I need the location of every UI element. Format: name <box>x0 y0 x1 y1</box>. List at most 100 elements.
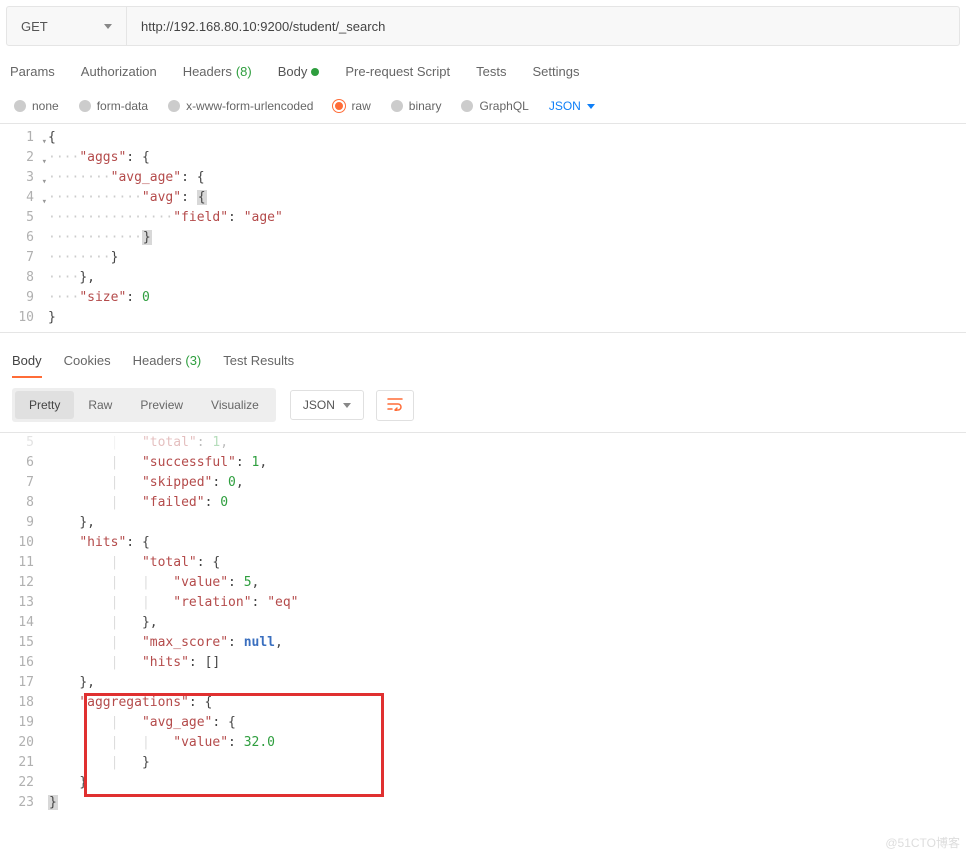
line-number: 13 <box>0 593 48 613</box>
code-line[interactable]: 3▾········"avg_age": { <box>0 168 966 188</box>
tab-headers-label: Headers <box>183 64 232 79</box>
code-content: | }, <box>48 613 158 633</box>
code-line[interactable]: 10} <box>0 308 966 328</box>
radio-icon <box>333 100 345 112</box>
line-number: 20 <box>0 733 48 753</box>
code-content: ············"avg": { <box>48 188 207 208</box>
url-bar: GET <box>6 6 960 46</box>
code-line[interactable]: 12 | | "value": 5, <box>0 573 966 593</box>
line-number: 5 <box>0 433 48 453</box>
view-visualize[interactable]: Visualize <box>197 391 273 419</box>
radio-icon <box>391 100 403 112</box>
tab-authorization[interactable]: Authorization <box>81 64 157 87</box>
code-content: | "hits": [] <box>48 653 220 673</box>
line-number: 5 <box>0 208 48 228</box>
chevron-down-icon <box>343 403 351 408</box>
tab-settings[interactable]: Settings <box>532 64 579 87</box>
tab-prerequest[interactable]: Pre-request Script <box>345 64 450 87</box>
radio-icon <box>461 100 473 112</box>
code-line[interactable]: 17 }, <box>0 673 966 693</box>
code-content: | | "value": 5, <box>48 573 259 593</box>
body-format-select[interactable]: JSON <box>549 99 595 113</box>
code-line[interactable]: 19 | "avg_age": { <box>0 713 966 733</box>
body-indicator-icon <box>311 68 319 76</box>
resp-tab-cookies[interactable]: Cookies <box>64 353 111 378</box>
code-line[interactable]: 8····}, <box>0 268 966 288</box>
code-content: } <box>48 793 58 813</box>
line-number: 7 <box>0 473 48 493</box>
resp-headers-label: Headers <box>133 353 182 368</box>
response-editor[interactable]: 5 | "total": 1,6 | "successful": 1,7 | "… <box>0 432 966 813</box>
body-type-binary[interactable]: binary <box>391 99 442 113</box>
code-line[interactable]: 5 | "total": 1, <box>0 433 966 453</box>
line-number: 18 <box>0 693 48 713</box>
line-number: 1▾ <box>0 128 48 148</box>
line-number: 9 <box>0 288 48 308</box>
wrap-icon <box>387 397 403 411</box>
line-number: 17 <box>0 673 48 693</box>
code-line[interactable]: 20 | | "value": 32.0 <box>0 733 966 753</box>
response-format-select[interactable]: JSON <box>290 390 364 420</box>
resp-tab-body[interactable]: Body <box>12 353 42 378</box>
code-line[interactable]: 1▾{ <box>0 128 966 148</box>
line-number: 10 <box>0 308 48 328</box>
watermark: @51CTO博客 <box>885 834 960 851</box>
view-pretty[interactable]: Pretty <box>15 391 74 419</box>
resp-tab-headers[interactable]: Headers (3) <box>133 353 202 378</box>
body-type-formdata[interactable]: form-data <box>79 99 148 113</box>
code-content: | | "relation": "eq" <box>48 593 299 613</box>
code-line[interactable]: 16 | "hits": [] <box>0 653 966 673</box>
line-number: 6 <box>0 453 48 473</box>
code-line[interactable]: 9····"size": 0 <box>0 288 966 308</box>
resp-headers-count: (3) <box>185 353 201 368</box>
code-line[interactable]: 5················"field": "age" <box>0 208 966 228</box>
body-type-none[interactable]: none <box>14 99 59 113</box>
body-type-urlencoded[interactable]: x-www-form-urlencoded <box>168 99 313 113</box>
code-line[interactable]: 23} <box>0 793 966 813</box>
resp-tab-tests[interactable]: Test Results <box>223 353 294 378</box>
body-type-raw[interactable]: raw <box>333 99 370 113</box>
line-number: 14 <box>0 613 48 633</box>
code-content: ············} <box>48 228 152 248</box>
code-line[interactable]: 13 | | "relation": "eq" <box>0 593 966 613</box>
code-line[interactable]: 6············} <box>0 228 966 248</box>
code-content: }, <box>48 673 95 693</box>
view-raw[interactable]: Raw <box>74 391 126 419</box>
code-line[interactable]: 21 | } <box>0 753 966 773</box>
code-line[interactable]: 15 | "max_score": null, <box>0 633 966 653</box>
code-line[interactable]: 9 }, <box>0 513 966 533</box>
view-preview[interactable]: Preview <box>126 391 197 419</box>
code-line[interactable]: 11 | "total": { <box>0 553 966 573</box>
code-line[interactable]: 4▾············"avg": { <box>0 188 966 208</box>
method-label: GET <box>21 19 48 34</box>
line-number: 16 <box>0 653 48 673</box>
code-content: "hits": { <box>48 533 150 553</box>
code-content: "aggregations": { <box>48 693 212 713</box>
line-number: 7 <box>0 248 48 268</box>
code-line[interactable]: 8 | "failed": 0 <box>0 493 966 513</box>
body-format-label: JSON <box>549 99 581 113</box>
code-content: } <box>48 773 87 793</box>
request-editor[interactable]: 1▾{2▾····"aggs": {3▾········"avg_age": {… <box>0 123 966 333</box>
code-line[interactable]: 7 | "skipped": 0, <box>0 473 966 493</box>
line-number: 19 <box>0 713 48 733</box>
line-number: 11 <box>0 553 48 573</box>
tab-headers[interactable]: Headers (8) <box>183 64 252 87</box>
code-line[interactable]: 2▾····"aggs": { <box>0 148 966 168</box>
wrap-lines-button[interactable] <box>376 390 414 421</box>
tab-params[interactable]: Params <box>10 64 55 87</box>
tab-tests[interactable]: Tests <box>476 64 506 87</box>
chevron-down-icon <box>104 24 112 29</box>
code-line[interactable]: 10 "hits": { <box>0 533 966 553</box>
body-type-graphql[interactable]: GraphQL <box>461 99 528 113</box>
code-line[interactable]: 14 | }, <box>0 613 966 633</box>
url-input[interactable] <box>127 7 959 45</box>
code-line[interactable]: 7········} <box>0 248 966 268</box>
code-line[interactable]: 18 "aggregations": { <box>0 693 966 713</box>
tab-body[interactable]: Body <box>278 64 320 87</box>
method-select[interactable]: GET <box>7 7 127 45</box>
code-content: ········"avg_age": { <box>48 168 205 188</box>
code-content: } <box>48 308 56 328</box>
code-line[interactable]: 22 } <box>0 773 966 793</box>
code-line[interactable]: 6 | "successful": 1, <box>0 453 966 473</box>
